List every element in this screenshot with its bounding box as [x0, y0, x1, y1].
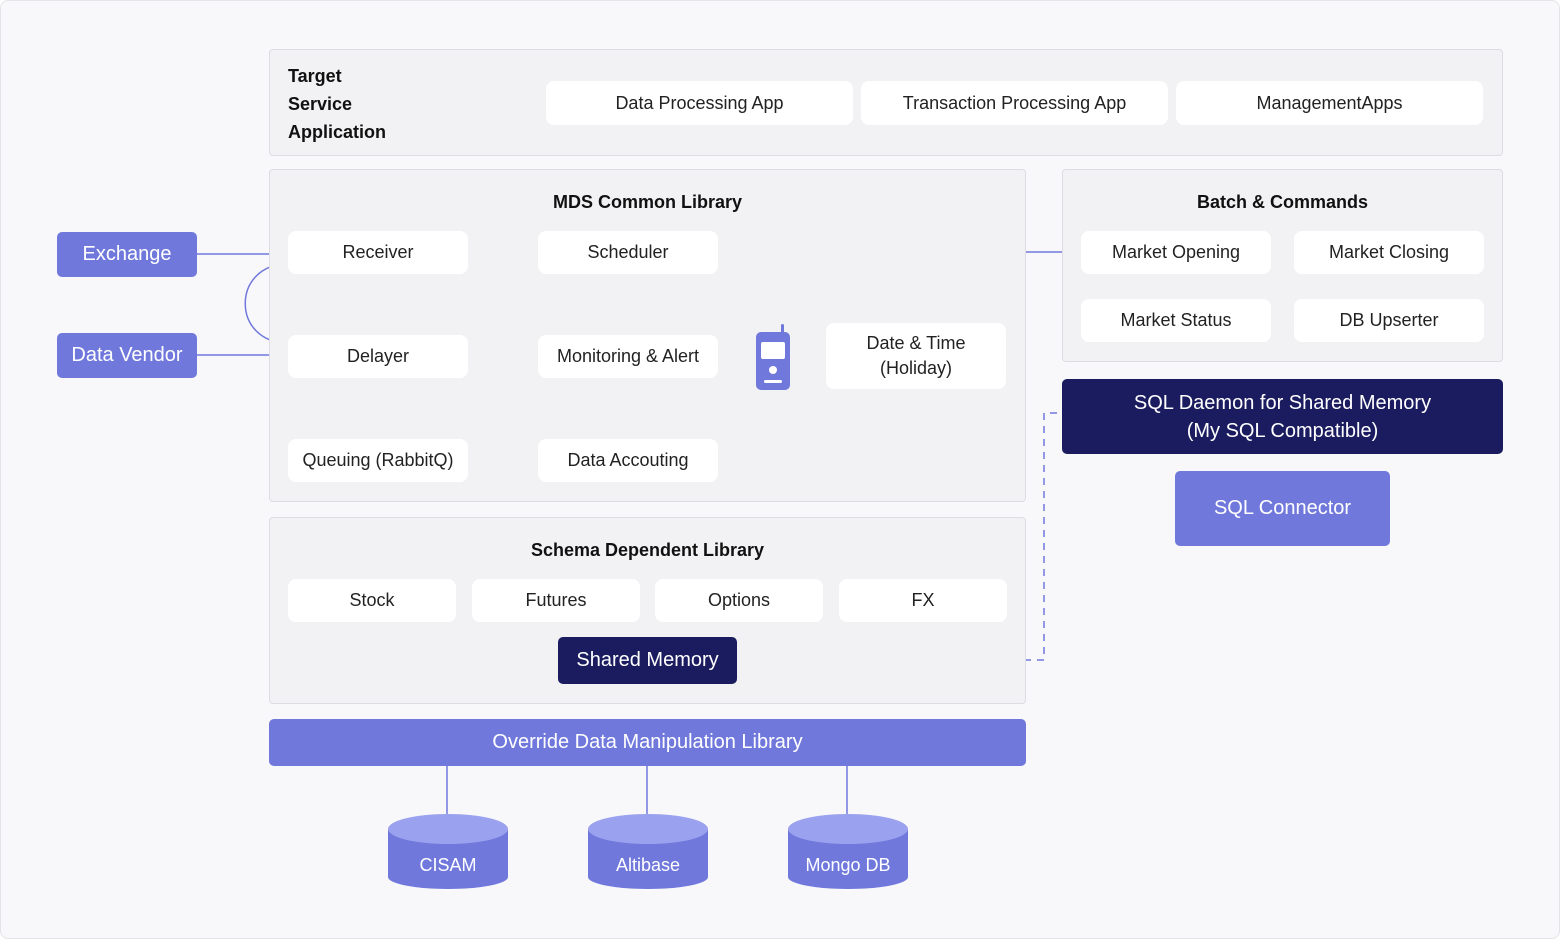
data-accouting-box[interactable]: Data Accouting	[538, 439, 718, 482]
options-box[interactable]: Options	[655, 579, 823, 622]
walkie-talkie-icon	[756, 324, 790, 390]
diagram-canvas: Target Service Application Data Processi…	[0, 0, 1560, 939]
receiver-box[interactable]: Receiver	[288, 231, 468, 274]
mds-common-library-title: MDS Common Library	[552, 192, 743, 212]
queuing-box[interactable]: Queuing (RabbitQ)	[288, 439, 468, 482]
market-opening-box[interactable]: Market Opening	[1081, 231, 1271, 274]
db-upserter-box[interactable]: DB Upserter	[1294, 299, 1484, 342]
sql-daemon-line-1: SQL Daemon for Shared Memory	[1133, 391, 1432, 414]
sql-daemon-box[interactable]: SQL Daemon for Shared Memory (My SQL Com…	[1062, 379, 1503, 454]
shared-memory-box[interactable]: Shared Memory	[558, 637, 737, 684]
stock-box[interactable]: Stock	[288, 579, 456, 622]
delayer-box[interactable]: Delayer	[288, 335, 468, 378]
schema-dependent-library-title: Schema Dependent Library	[530, 540, 765, 560]
monitoring-alert-box[interactable]: Monitoring & Alert	[538, 335, 718, 378]
exchange-source[interactable]: Exchange	[57, 232, 197, 277]
mongodb-label: Mongo DB	[805, 855, 891, 875]
sql-connector-box[interactable]: SQL Connector	[1175, 471, 1390, 546]
market-status-box[interactable]: Market Status	[1081, 299, 1271, 342]
target-service-title: Target Service Application	[288, 62, 386, 146]
target-title-line-1: Target	[288, 66, 342, 86]
futures-box[interactable]: Futures	[472, 579, 640, 622]
batch-commands-title: Batch & Commands	[1196, 192, 1369, 212]
fx-box[interactable]: FX	[839, 579, 1007, 622]
management-apps[interactable]: ManagementApps	[1176, 81, 1483, 125]
scheduler-box[interactable]: Scheduler	[538, 231, 718, 274]
override-library-bar[interactable]: Override Data Manipulation Library	[269, 719, 1026, 766]
target-title-line-2: Service	[288, 94, 353, 114]
data-processing-app[interactable]: Data Processing App	[546, 81, 853, 125]
date-time-box[interactable]: Date & Time (Holiday)	[826, 323, 1006, 389]
altibase-label: Altibase	[615, 855, 681, 875]
cisam-database-icon	[388, 814, 508, 889]
mongodb-database-icon	[788, 814, 908, 889]
data-vendor-source[interactable]: Data Vendor	[57, 333, 197, 378]
transaction-processing-app[interactable]: Transaction Processing App	[861, 81, 1168, 125]
altibase-database-icon	[588, 814, 708, 889]
target-title-line-3: Application	[288, 122, 386, 142]
date-time-line-2: (Holiday)	[879, 358, 953, 378]
sql-daemon-line-2: (My SQL Compatible)	[1186, 419, 1379, 442]
cisam-label: CISAM	[419, 855, 477, 875]
date-time-line-1: Date & Time	[866, 333, 966, 353]
market-closing-box[interactable]: Market Closing	[1294, 231, 1484, 274]
